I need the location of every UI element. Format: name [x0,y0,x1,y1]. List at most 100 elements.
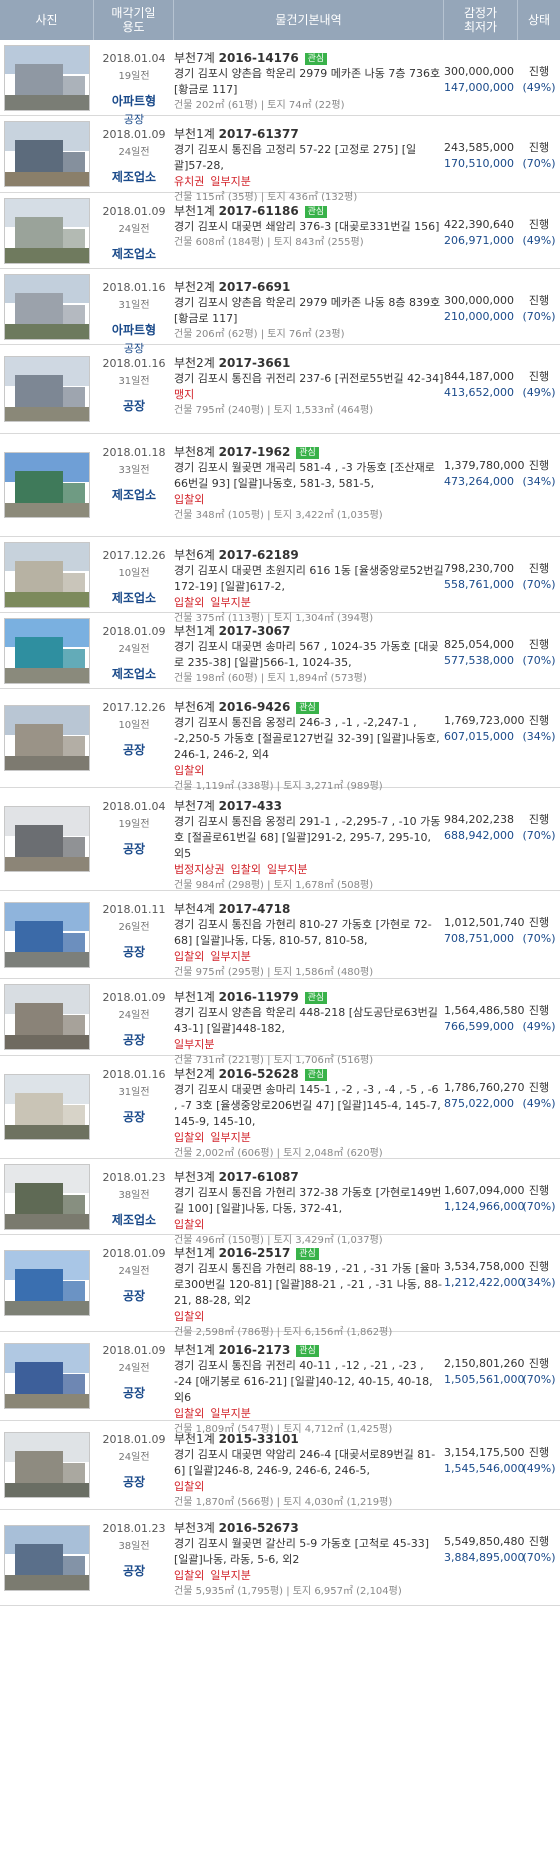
case-number[interactable]: 2017-3067 [219,624,291,638]
property-info-cell[interactable]: 부천1계 2015-33101 경기 김포시 대곶면 약암리 246-4 [대곶… [174,1421,444,1509]
property-address[interactable]: 경기 김포시 월곶면 갈산리 5-9 가동호 [고척로 45-33] [일괄]나… [174,1536,444,1568]
property-photo[interactable] [4,806,90,872]
property-photo[interactable] [4,356,90,422]
property-photo-cell[interactable] [0,788,94,890]
case-number[interactable]: 2017-6691 [219,280,291,294]
property-photo-cell[interactable] [0,345,94,433]
property-photo[interactable] [4,984,90,1050]
table-row[interactable]: 2018.01.18 33일전 제조업소 부천8계 2017-1962 관심 경… [0,434,560,537]
case-number[interactable]: 2017-433 [219,799,282,813]
property-address[interactable]: 경기 김포시 통진읍 가현리 810-27 가동호 [가현로 72-68] [일… [174,917,444,949]
case-number[interactable]: 2016-2173 [219,1343,291,1357]
property-photo-cell[interactable] [0,1056,94,1158]
table-row[interactable]: 2018.01.16 31일전 공장 부천2계 2017-3661 경기 김포시… [0,345,560,434]
property-photo-cell[interactable] [0,1332,94,1420]
property-photo-cell[interactable] [0,116,94,192]
property-address[interactable]: 경기 김포시 대곶면 쇄암리 376-3 [대곶로331번길 156] [174,219,444,235]
property-address[interactable]: 경기 김포시 통진읍 귀전리 40-11 , -12 , -21 , -23 ,… [174,1358,444,1406]
property-photo[interactable] [4,197,90,264]
case-line[interactable]: 부천7계 2017-433 [174,798,444,814]
case-line[interactable]: 부천1계 2017-61377 [174,126,444,142]
case-line[interactable]: 부천4계 2017-4718 [174,901,444,917]
property-photo-cell[interactable] [0,434,94,536]
property-info-cell[interactable]: 부천6계 2016-9426 관심 경기 김포시 통진읍 옹정리 246-3 ,… [174,689,444,792]
property-info-cell[interactable]: 부천1계 2017-61186 관심 경기 김포시 대곶면 쇄암리 376-3 … [174,193,444,268]
table-row[interactable]: 2018.01.09 24일전 제조업소 부천1계 2017-61377 경기 … [0,116,560,203]
property-photo[interactable] [4,1524,90,1591]
property-photo[interactable] [4,901,90,968]
case-number[interactable]: 2016-11979 [219,990,299,1004]
case-line[interactable]: 부천8계 2017-1962 관심 [174,444,444,460]
property-photo-cell[interactable] [0,1159,94,1234]
property-info-cell[interactable]: 부천7계 2016-14176 관심 경기 김포시 양촌읍 학운리 2979 메… [174,40,444,115]
case-line[interactable]: 부천1계 2016-11979 관심 [174,989,444,1005]
property-address[interactable]: 경기 김포시 월곶면 개곡리 581-4 , -3 가동호 [조산재로66번길 … [174,460,444,492]
property-info-cell[interactable]: 부천4계 2017-4718 경기 김포시 통진읍 가현리 810-27 가동호… [174,891,444,978]
property-address[interactable]: 경기 김포시 양촌읍 학운리 448-218 [삼도공단로63번길 43-1] … [174,1005,444,1037]
case-number[interactable]: 2017-3661 [219,356,291,370]
property-photo-cell[interactable] [0,193,94,268]
case-number[interactable]: 2016-52673 [219,1521,299,1535]
property-photo[interactable] [4,617,90,684]
property-info-cell[interactable]: 부천1계 2016-2517 관심 경기 김포시 통진읍 가현리 88-19 ,… [174,1235,444,1338]
case-number[interactable]: 2017-4718 [219,902,291,916]
table-row[interactable]: 2018.01.09 24일전 제조업소 부천1계 2017-3067 경기 김… [0,613,560,689]
case-number[interactable]: 2016-52628 [219,1067,299,1081]
table-row[interactable]: 2018.01.09 24일전 공장 부천1계 2016-11979 관심 경기… [0,979,560,1066]
property-address[interactable]: 경기 김포시 양촌읍 학운리 2979 메카존 나동 7층 736호 [황금로 … [174,66,444,98]
property-photo[interactable] [4,273,90,340]
property-info-cell[interactable]: 부천6계 2017-62189 경기 김포시 대곶면 초원지리 616 1동 [… [174,537,444,624]
case-number[interactable]: 2016-9426 [219,700,291,714]
table-row[interactable]: 2018.01.04 19일전 아파트형 공장 부천7계 2016-14176 … [0,40,560,126]
case-line[interactable]: 부천1계 2016-2173 관심 [174,1342,444,1358]
case-line[interactable]: 부천2계 2016-52628 관심 [174,1066,444,1082]
table-row[interactable]: 2018.01.16 31일전 공장 부천2계 2016-52628 관심 경기… [0,1056,560,1159]
table-row[interactable]: 2018.01.23 38일전 공장 부천3계 2016-52673 경기 김포… [0,1510,560,1606]
property-photo[interactable] [4,705,90,771]
table-row[interactable]: 2017.12.26 10일전 제조업소 부천6계 2017-62189 경기 … [0,537,560,624]
property-info-cell[interactable]: 부천2계 2017-3661 경기 김포시 통진읍 귀전리 237-6 [귀전로… [174,345,444,433]
property-photo-cell[interactable] [0,891,94,978]
property-photo-cell[interactable] [0,979,94,1055]
table-row[interactable]: 2018.01.11 26일전 공장 부천4계 2017-4718 경기 김포시… [0,891,560,979]
case-number[interactable]: 2016-14176 [219,51,299,65]
case-number[interactable]: 2015-33101 [219,1432,299,1446]
property-photo[interactable] [4,541,90,608]
property-photo-cell[interactable] [0,1510,94,1605]
table-row[interactable]: 2018.01.16 31일전 아파트형 공장 부천2계 2017-6691 경… [0,269,560,355]
property-info-cell[interactable]: 부천2계 2017-6691 경기 김포시 양촌읍 학운리 2979 메카존 나… [174,269,444,344]
property-photo[interactable] [4,1343,90,1409]
case-number[interactable]: 2016-2517 [219,1246,291,1260]
property-photo[interactable] [4,1074,90,1140]
property-photo-cell[interactable] [0,613,94,688]
property-address[interactable]: 경기 김포시 통진읍 고정리 57-22 [고정로 275] [일괄]57-28… [174,142,444,174]
case-line[interactable]: 부천1계 2017-3067 [174,623,444,639]
property-address[interactable]: 경기 김포시 통진읍 옹정리 246-3 , -1 , -2,247-1 , -… [174,715,444,763]
case-line[interactable]: 부천1계 2017-61186 관심 [174,203,444,219]
property-photo[interactable] [4,1432,90,1498]
property-address[interactable]: 경기 김포시 대곶면 약암리 246-4 [대곶서로89번길 81-6] [일괄… [174,1447,444,1479]
property-info-cell[interactable]: 부천3계 2016-52673 경기 김포시 월곶면 갈산리 5-9 가동호 [… [174,1510,444,1605]
property-address[interactable]: 경기 김포시 통진읍 옹정리 291-1 , -2,295-7 , -10 가동… [174,814,444,862]
property-info-cell[interactable]: 부천1계 2017-61377 경기 김포시 통진읍 고정리 57-22 [고정… [174,116,444,203]
property-photo-cell[interactable] [0,1421,94,1509]
property-photo[interactable] [4,1163,90,1230]
property-info-cell[interactable]: 부천1계 2016-2173 관심 경기 김포시 통진읍 귀전리 40-11 ,… [174,1332,444,1435]
case-line[interactable]: 부천1계 2016-2517 관심 [174,1245,444,1261]
case-line[interactable]: 부천2계 2017-6691 [174,279,444,295]
property-photo[interactable] [4,121,90,187]
property-photo-cell[interactable] [0,269,94,344]
case-number[interactable]: 2017-61377 [219,127,299,141]
property-photo[interactable] [4,44,90,111]
property-photo-cell[interactable] [0,40,94,115]
property-address[interactable]: 경기 김포시 통진읍 가현리 88-19 , -21 , -31 가동 [율마로… [174,1261,444,1309]
property-address[interactable]: 경기 김포시 통진읍 귀전리 237-6 [귀전로55번길 42-34] [174,371,444,387]
property-photo-cell[interactable] [0,1235,94,1331]
property-info-cell[interactable]: 부천2계 2016-52628 관심 경기 김포시 대곶면 송마리 145-1 … [174,1056,444,1159]
case-number[interactable]: 2017-62189 [219,548,299,562]
case-number[interactable]: 2017-1962 [219,445,291,459]
property-photo[interactable] [4,452,90,518]
table-row[interactable]: 2017.12.26 10일전 공장 부천6계 2016-9426 관심 경기 … [0,689,560,792]
case-line[interactable]: 부천1계 2015-33101 [174,1431,444,1447]
table-row[interactable]: 2018.01.04 19일전 공장 부천7계 2017-433 경기 김포시 … [0,788,560,891]
